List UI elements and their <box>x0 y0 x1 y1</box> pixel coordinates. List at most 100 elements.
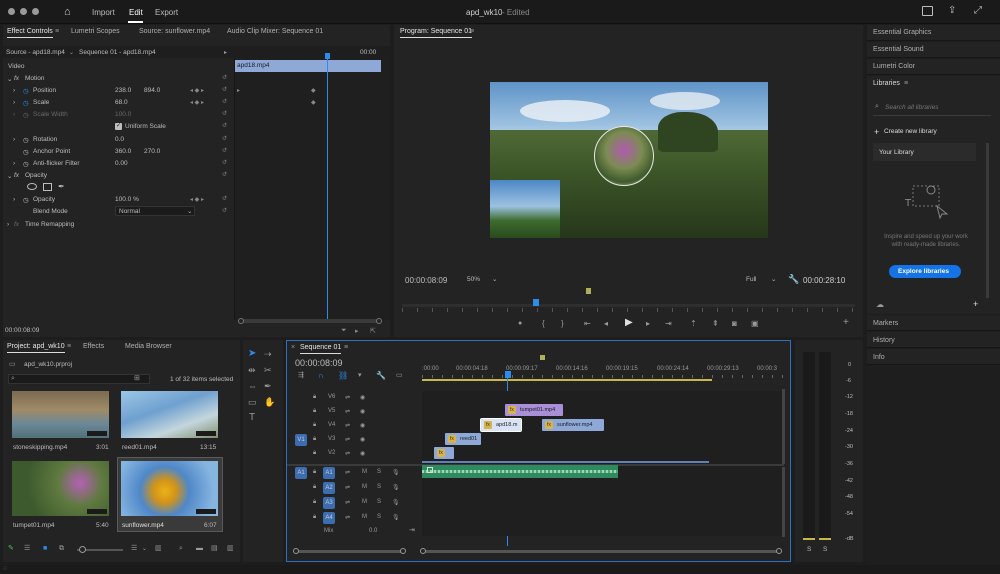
type-tool-icon[interactable]: T <box>249 413 255 423</box>
reset-icon[interactable]: ↺ <box>222 195 227 202</box>
add-marker-icon[interactable]: ● <box>518 320 522 328</box>
clip-apd18[interactable]: fx apd18.m <box>480 418 522 432</box>
project-search-input[interactable] <box>8 374 150 384</box>
ellipse-mask-icon[interactable] <box>27 183 37 190</box>
program-viewer[interactable] <box>490 82 768 238</box>
stopwatch-icon[interactable]: ◷ <box>23 196 29 204</box>
menu-import[interactable]: Import <box>92 8 115 17</box>
panel-menu-icon[interactable]: ≡ <box>55 28 59 36</box>
libraries-scrollbar[interactable] <box>986 143 989 298</box>
reset-icon[interactable]: ↺ <box>222 159 227 166</box>
timeline-timecode[interactable]: 00:00:08:09 <box>295 358 343 368</box>
ec-scroll-handle-left[interactable] <box>238 318 244 324</box>
source-clip-label[interactable]: Source - apd18.mp4 <box>6 49 65 56</box>
tab-media-browser[interactable]: Media Browser <box>125 343 172 350</box>
uniform-scale-checkbox[interactable]: ✓ <box>115 123 122 130</box>
stopwatch-icon[interactable]: ◷ <box>23 160 29 168</box>
lock-icon[interactable]: 🔒︎ <box>313 436 316 443</box>
track-label-v6[interactable]: V6 <box>328 394 335 400</box>
expand-icon[interactable]: › <box>13 99 15 106</box>
step-back-icon[interactable]: ◂ <box>604 320 608 328</box>
source-patch-a1[interactable]: A1 <box>295 467 307 479</box>
home-icon[interactable]: ⌂ <box>64 6 71 18</box>
stopwatch-icon[interactable]: ◷ <box>23 148 29 156</box>
ripple-edit-tool-icon[interactable]: ⇹ <box>248 366 256 375</box>
tab-source-sunflower[interactable]: Source: sunflower.mp4 <box>139 28 210 35</box>
mute-button[interactable]: M <box>362 469 367 475</box>
sync-lock-icon[interactable]: ⇌ <box>345 436 350 443</box>
quick-export-icon[interactable] <box>922 6 933 16</box>
pencil-icon[interactable]: ✎ <box>8 545 14 553</box>
eye-icon[interactable]: ◉ <box>360 408 365 415</box>
timeline-v-scrollbar[interactable] <box>782 467 785 537</box>
play-audio-icon[interactable]: ▸ <box>355 327 359 335</box>
expand-icon[interactable]: › <box>13 87 15 94</box>
quality-select[interactable]: Full <box>746 276 756 283</box>
mix-value[interactable]: 0.0 <box>369 528 377 534</box>
ec-scrollbar[interactable] <box>240 319 380 323</box>
create-library-button[interactable]: Create new library <box>884 128 937 135</box>
reset-icon[interactable]: ↺ <box>222 86 227 93</box>
nest-icon[interactable]: ⇶ <box>298 372 304 380</box>
panel-menu-icon[interactable]: ≡ <box>904 80 908 88</box>
expand-opacity-icon[interactable]: ⌄ <box>7 172 12 180</box>
chevron-down-icon[interactable]: ⌄ <box>771 275 776 283</box>
anti-flicker-value[interactable]: 0.00 <box>115 160 128 167</box>
thumb-name[interactable]: tumpet01.mp4 <box>13 522 55 529</box>
source-patch-v1[interactable]: V1 <box>295 434 307 446</box>
menu-edit[interactable]: Edit <box>129 8 143 17</box>
stopwatch-icon[interactable]: ◷ <box>23 99 29 107</box>
play-icon[interactable]: ▶ <box>625 318 633 328</box>
menu-export[interactable]: Export <box>155 8 178 17</box>
step-forward-icon[interactable]: ▸ <box>646 320 650 328</box>
comparison-view-icon[interactable]: ▣ <box>751 320 759 328</box>
ec-timecode[interactable]: 00:00:08:09 <box>5 327 39 334</box>
mark-out-icon[interactable]: } <box>561 320 564 328</box>
track-target-a3[interactable]: A3 <box>323 497 335 509</box>
sync-lock-icon[interactable]: ⇌ <box>345 422 350 429</box>
mic-icon[interactable]: 🎙︎ <box>392 514 400 521</box>
mute-button[interactable]: M <box>362 499 367 505</box>
library-search-input[interactable]: Search all libraries <box>885 104 938 111</box>
track-label-v5[interactable]: V5 <box>328 408 335 414</box>
find-icon[interactable]: ⌕ <box>179 545 183 553</box>
keyframe-controls-icon[interactable]: ◂ ◆ ▸ <box>190 87 204 94</box>
position-x-value[interactable]: 238.0 <box>115 87 131 94</box>
program-timecode[interactable]: 00:00:08:09 <box>405 276 447 285</box>
expand-motion-icon[interactable]: ⌄ <box>7 75 12 83</box>
libraries-label[interactable]: Libraries <box>873 80 900 87</box>
scroll-handle-left[interactable] <box>420 548 426 554</box>
sync-lock-icon[interactable]: ⇌ <box>345 469 350 476</box>
expand-icon[interactable]: › <box>7 221 9 228</box>
eye-icon[interactable]: ◉ <box>360 450 365 457</box>
filter-icon[interactable]: ⏷ <box>341 327 347 335</box>
panel-menu-icon[interactable]: ≡ <box>67 343 71 351</box>
reset-icon[interactable]: ↺ <box>222 147 227 154</box>
solo-right-button[interactable]: S <box>823 546 827 553</box>
track-label-v4[interactable]: V4 <box>328 422 335 428</box>
program-playhead[interactable] <box>533 299 539 306</box>
program-scrub-bar[interactable] <box>402 304 855 307</box>
reset-icon[interactable]: ↺ <box>222 135 227 142</box>
tab-project[interactable]: Project: apd_wk10 <box>7 343 65 353</box>
timeline-playhead[interactable] <box>505 371 511 378</box>
thumb-name[interactable]: reed01.mp4 <box>122 444 157 451</box>
status-icon[interactable]: ◌ <box>3 565 7 572</box>
sequence-clip-label[interactable]: Sequence 01 - apd18.mp4 <box>79 49 156 56</box>
mute-button[interactable]: M <box>362 514 367 520</box>
solo-button[interactable]: S <box>377 499 381 505</box>
clip-sunflower[interactable]: fx sunflower.mp4 <box>542 419 604 431</box>
track-target-a1[interactable]: A1 <box>323 467 335 479</box>
reset-icon[interactable]: ↺ <box>222 171 227 178</box>
expand-icon[interactable]: › <box>13 196 15 203</box>
hand-tool-icon[interactable]: ✋ <box>264 398 275 407</box>
thumb-sunflower[interactable] <box>121 461 218 516</box>
rectangle-tool-icon[interactable]: ▭ <box>248 398 257 407</box>
anchor-y-value[interactable]: 270.0 <box>144 148 160 155</box>
stopwatch-icon[interactable]: ◷ <box>23 136 29 144</box>
automate-to-sequence-icon[interactable]: ▥ <box>155 545 162 553</box>
snap-icon[interactable]: ∩ <box>318 372 324 380</box>
reset-icon[interactable]: ↺ <box>222 122 227 129</box>
window-zoom-button[interactable] <box>32 8 39 15</box>
thumb-reed[interactable] <box>121 391 218 438</box>
